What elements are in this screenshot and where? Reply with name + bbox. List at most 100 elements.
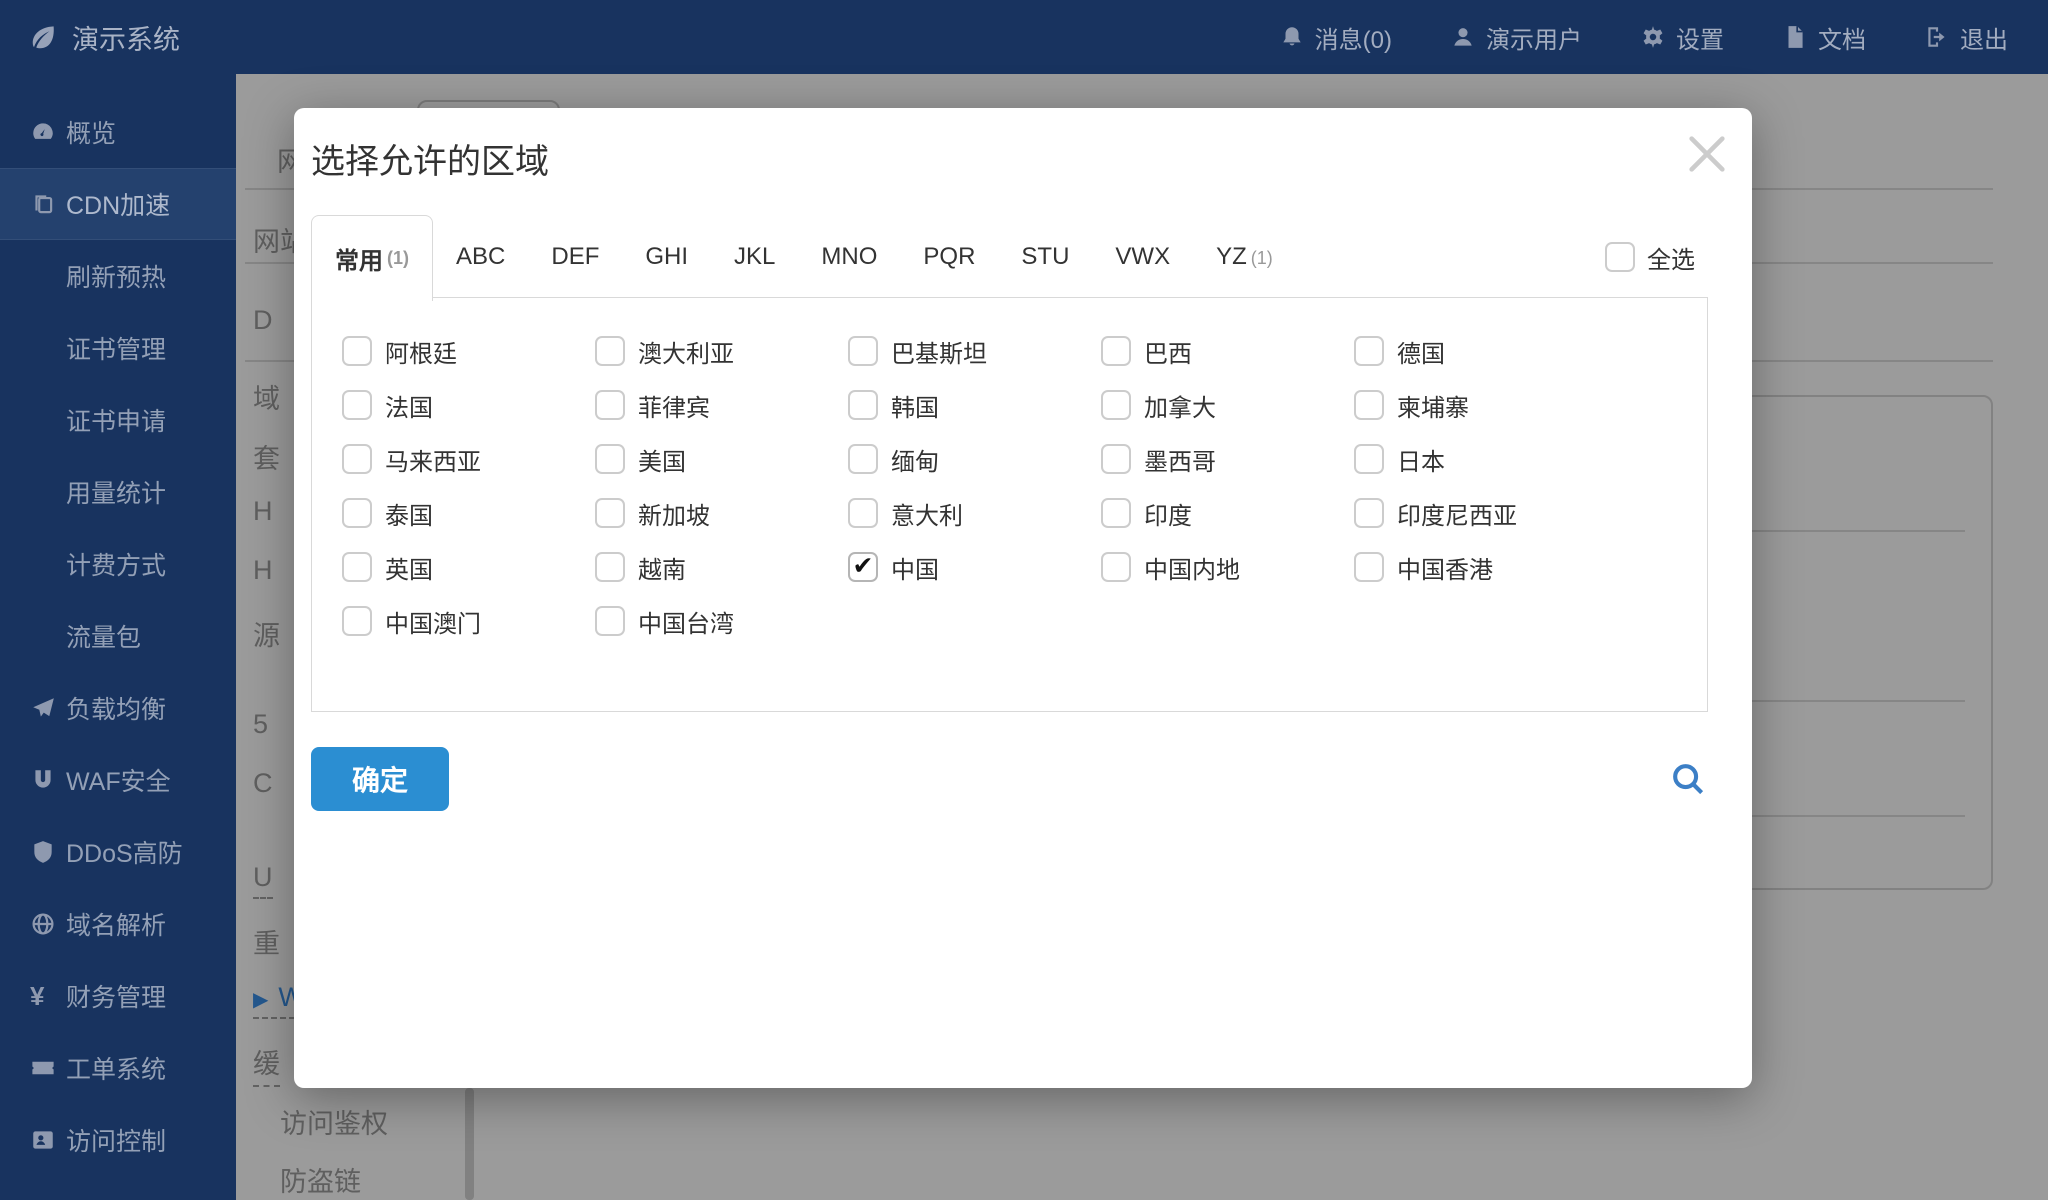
region-option-美国[interactable]: 美国 bbox=[595, 432, 848, 486]
checkbox bbox=[1101, 390, 1131, 420]
checkbox bbox=[342, 606, 372, 636]
modal-title: 选择允许的区域 bbox=[311, 143, 549, 181]
region-option-巴西[interactable]: 巴西 bbox=[1101, 324, 1354, 378]
region-option-马来西亚[interactable]: 马来西亚 bbox=[342, 432, 595, 486]
checkbox bbox=[1101, 552, 1131, 582]
search-icon[interactable] bbox=[1669, 760, 1707, 798]
sidebar-item-8[interactable]: 负载均衡 bbox=[0, 672, 236, 744]
region-option-印度[interactable]: 印度 bbox=[1101, 486, 1354, 540]
region-option-新加坡[interactable]: 新加坡 bbox=[595, 486, 848, 540]
sidebar-item-label: 财务管理 bbox=[66, 984, 167, 1012]
close-icon[interactable] bbox=[1684, 131, 1730, 177]
region-option-label: 墨西哥 bbox=[1144, 448, 1216, 476]
tab-label: DEF bbox=[551, 243, 600, 270]
region-option-越南[interactable]: 越南 bbox=[595, 540, 848, 594]
sidebar-item-label: 负载均衡 bbox=[66, 696, 167, 724]
navbar-item-label: 消息(0) bbox=[1314, 26, 1392, 54]
tab-PQR[interactable]: PQR bbox=[900, 243, 998, 271]
checkbox bbox=[595, 498, 625, 528]
region-option-label: 柬埔寨 bbox=[1397, 394, 1469, 422]
sidebar-item-12[interactable]: ¥ 财务管理 bbox=[0, 960, 236, 1032]
region-option-中国香港[interactable]: 中国香港 bbox=[1354, 540, 1607, 594]
region-option-墨西哥[interactable]: 墨西哥 bbox=[1101, 432, 1354, 486]
tab-label: YZ bbox=[1216, 243, 1247, 270]
region-option-label: 德国 bbox=[1397, 340, 1445, 368]
tab-DEF[interactable]: DEF bbox=[528, 243, 622, 271]
region-option-澳大利亚[interactable]: 澳大利亚 bbox=[595, 324, 848, 378]
tab-STU[interactable]: STU bbox=[998, 243, 1092, 271]
sidebar-item-6[interactable]: 计费方式 bbox=[0, 528, 236, 600]
tab-label: ABC bbox=[456, 243, 506, 270]
tab-ABC[interactable]: ABC bbox=[433, 243, 528, 271]
region-option-德国[interactable]: 德国 bbox=[1354, 324, 1607, 378]
ticket-icon bbox=[30, 1055, 56, 1081]
region-option-法国[interactable]: 法国 bbox=[342, 378, 595, 432]
region-option-韩国[interactable]: 韩国 bbox=[848, 378, 1101, 432]
checkbox bbox=[1605, 242, 1635, 272]
sidebar-item-label: 刷新预热 bbox=[66, 264, 167, 292]
region-tabs: 常用 (1) ABC DEF GHI JKL MNO PQR STU VWX YZ (1) 全选 bbox=[311, 215, 1735, 301]
navbar-item-label: 设置 bbox=[1676, 26, 1724, 54]
region-option-意大利[interactable]: 意大利 bbox=[848, 486, 1101, 540]
sidebar-item-0[interactable]: 概览 bbox=[0, 96, 236, 168]
sidebar-item-13[interactable]: 工单系统 bbox=[0, 1032, 236, 1104]
sidebar-item-2[interactable]: 刷新预热 bbox=[0, 240, 236, 312]
sidebar-item-4[interactable]: 证书申请 bbox=[0, 384, 236, 456]
region-option-缅甸[interactable]: 缅甸 bbox=[848, 432, 1101, 486]
leaf-logo-icon bbox=[28, 22, 58, 52]
region-option-印度尼西亚[interactable]: 印度尼西亚 bbox=[1354, 486, 1607, 540]
navbar-item-2[interactable]: 设置 bbox=[1640, 20, 1724, 55]
region-option-label: 中国 bbox=[891, 556, 939, 584]
region-option-加拿大[interactable]: 加拿大 bbox=[1101, 378, 1354, 432]
checkbox bbox=[848, 390, 878, 420]
region-option-中国内地[interactable]: 中国内地 bbox=[1101, 540, 1354, 594]
region-option-泰国[interactable]: 泰国 bbox=[342, 486, 595, 540]
app-brand: 演示系统 bbox=[0, 18, 180, 57]
sidebar-item-10[interactable]: DDoS高防 bbox=[0, 816, 236, 888]
region-option-阿根廷[interactable]: 阿根廷 bbox=[342, 324, 595, 378]
tab-VWX[interactable]: VWX bbox=[1092, 243, 1193, 271]
confirm-button[interactable]: 确定 bbox=[311, 747, 449, 811]
region-option-label: 澳大利亚 bbox=[638, 340, 734, 368]
bell-icon bbox=[1279, 24, 1305, 50]
checkbox bbox=[595, 336, 625, 366]
region-option-label: 加拿大 bbox=[1144, 394, 1216, 422]
region-option-菲律宾[interactable]: 菲律宾 bbox=[595, 378, 848, 432]
checkbox bbox=[595, 390, 625, 420]
sidebar-item-label: 域名解析 bbox=[66, 912, 167, 940]
navbar-item-0[interactable]: 消息(0) bbox=[1279, 20, 1392, 55]
select-all-checkbox[interactable]: 全选 bbox=[1605, 240, 1695, 275]
region-option-label: 法国 bbox=[385, 394, 433, 422]
region-option-巴基斯坦[interactable]: 巴基斯坦 bbox=[848, 324, 1101, 378]
region-checkbox-grid: 阿根廷 澳大利亚 巴基斯坦 巴西 德国法国 菲律宾 韩国 加拿大 柬埔寨马来西亚 美国 缅甸 墨西哥 日… bbox=[311, 297, 1708, 712]
region-option-label: 巴西 bbox=[1144, 340, 1192, 368]
sidebar-item-1[interactable]: CDN加速 bbox=[0, 168, 236, 240]
region-option-日本[interactable]: 日本 bbox=[1354, 432, 1607, 486]
region-option-中国[interactable]: ✔ 中国 bbox=[848, 540, 1101, 594]
sidebar-item-11[interactable]: 域名解析 bbox=[0, 888, 236, 960]
region-option-英国[interactable]: 英国 bbox=[342, 540, 595, 594]
tab-label: GHI bbox=[645, 243, 689, 270]
tab-count: (1) bbox=[387, 248, 409, 268]
tab-GHI[interactable]: GHI bbox=[622, 243, 711, 271]
tab-JKL[interactable]: JKL bbox=[711, 243, 798, 271]
sidebar-item-5[interactable]: 用量统计 bbox=[0, 456, 236, 528]
sidebar-item-3[interactable]: 证书管理 bbox=[0, 312, 236, 384]
app-root: 网站网站D域套HH源5CU重▶W缓访问鉴权防盗链 演示系统 消息(0)演示用户设… bbox=[0, 0, 2048, 1200]
navbar-items: 消息(0) 演示用户 设置 文档 退出 bbox=[1279, 20, 2048, 55]
sidebar-item-14[interactable]: 访问控制 bbox=[0, 1104, 236, 1176]
tab-YZ[interactable]: YZ (1) bbox=[1193, 243, 1296, 271]
region-option-中国澳门[interactable]: 中国澳门 bbox=[342, 594, 595, 648]
region-option-柬埔寨[interactable]: 柬埔寨 bbox=[1354, 378, 1607, 432]
navbar-item-1[interactable]: 演示用户 bbox=[1450, 20, 1582, 55]
sidebar-item-label: CDN加速 bbox=[66, 192, 171, 220]
checkbox bbox=[595, 444, 625, 474]
region-option-中国台湾[interactable]: 中国台湾 bbox=[595, 594, 848, 648]
navbar-item-4[interactable]: 退出 bbox=[1924, 20, 2008, 55]
navbar-item-3[interactable]: 文档 bbox=[1782, 20, 1866, 55]
tab-MNO[interactable]: MNO bbox=[798, 243, 900, 271]
sidebar-item-9[interactable]: WAF安全 bbox=[0, 744, 236, 816]
sidebar-item-7[interactable]: 流量包 bbox=[0, 600, 236, 672]
tab-常用[interactable]: 常用 (1) bbox=[311, 215, 433, 301]
region-option-label: 菲律宾 bbox=[638, 394, 710, 422]
